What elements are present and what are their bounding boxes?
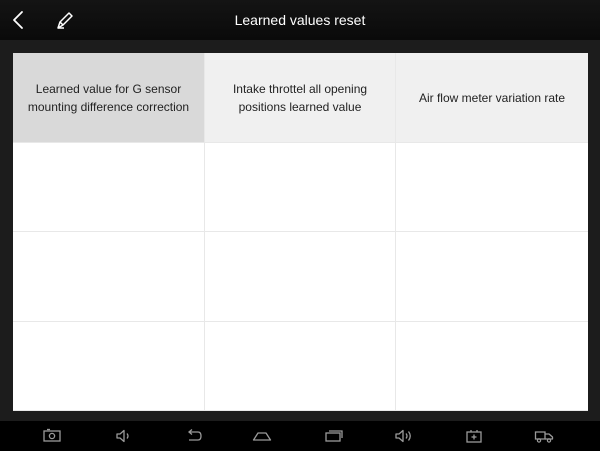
top-bar: Learned values reset	[0, 0, 600, 40]
vehicle-icon	[534, 431, 554, 443]
table-cell	[396, 143, 588, 232]
table-cell	[396, 322, 588, 411]
back-button[interactable]	[6, 6, 34, 34]
table-cell	[396, 232, 588, 322]
home-button[interactable]	[252, 427, 272, 445]
page-title: Learned values reset	[234, 12, 366, 28]
volume-down-icon	[116, 429, 129, 443]
table-cell	[13, 143, 205, 232]
content-area: Learned value for G sensor mounting diff…	[0, 40, 600, 421]
column-header-g-sensor[interactable]: Learned value for G sensor mounting diff…	[13, 53, 205, 143]
edit-pencil-icon	[57, 12, 73, 29]
edit-button[interactable]	[50, 6, 78, 34]
vehicle-button[interactable]	[534, 427, 554, 445]
home-icon	[252, 432, 272, 441]
screenshot-button[interactable]	[42, 427, 62, 445]
table-cell	[205, 232, 396, 322]
recent-apps-icon	[325, 430, 343, 442]
volume-up-button[interactable]	[394, 427, 414, 445]
table-cell	[13, 322, 205, 411]
column-header-air-flow-meter[interactable]: Air flow meter variation rate	[396, 53, 588, 143]
nav-back-icon	[187, 429, 202, 441]
volume-down-button[interactable]	[114, 427, 134, 445]
vci-button[interactable]	[464, 427, 484, 445]
table-cell	[205, 143, 396, 232]
volume-up-icon	[395, 429, 411, 443]
back-arrow-icon	[13, 11, 23, 29]
nav-back-button[interactable]	[184, 427, 204, 445]
recent-apps-button[interactable]	[324, 427, 344, 445]
table-cell	[205, 322, 396, 411]
vci-icon	[466, 430, 482, 443]
table-cell	[13, 232, 205, 322]
system-nav-bar	[0, 421, 600, 451]
learned-values-table: Learned value for G sensor mounting diff…	[13, 53, 588, 411]
column-header-intake-throttle[interactable]: Intake throttel all opening positions le…	[205, 53, 396, 143]
screenshot-icon	[43, 428, 61, 442]
